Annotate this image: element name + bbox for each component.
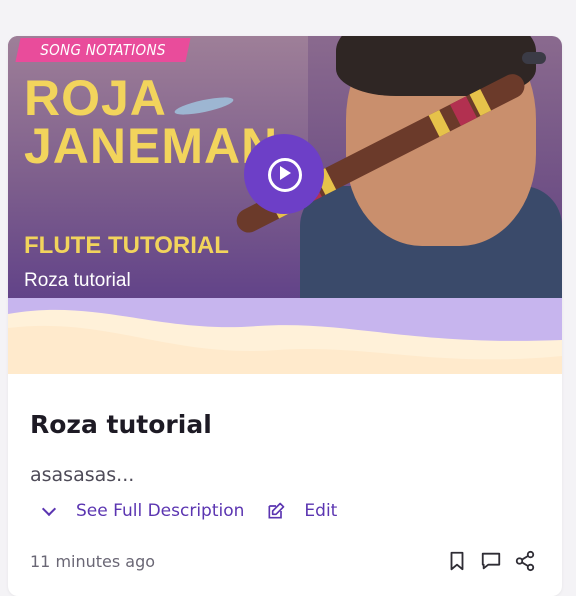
thumbnail-title: Roza tutorial xyxy=(24,270,131,291)
headline-line-1: ROJA xyxy=(24,70,167,126)
headline-line-2: JANEMAN xyxy=(24,118,279,174)
play-button[interactable] xyxy=(244,134,324,214)
menu-pill-icon[interactable] xyxy=(522,52,546,64)
edit-button[interactable]: Edit xyxy=(244,501,337,521)
song-notations-badge: SONG NOTATIONS xyxy=(15,38,191,62)
edit-label: Edit xyxy=(304,501,338,521)
chevron-down-icon xyxy=(41,501,57,517)
card-description: asasasas... xyxy=(30,464,135,486)
see-full-description-button[interactable]: See Full Description xyxy=(30,501,244,521)
video-thumbnail[interactable]: SONG NOTATIONS ROJA JANEMAN FLUTE TUTORI… xyxy=(8,36,562,314)
comment-icon[interactable] xyxy=(480,550,502,572)
timestamp: 11 minutes ago xyxy=(30,552,156,571)
badge-text: SONG NOTATIONS xyxy=(40,41,166,59)
flute-band xyxy=(428,109,451,137)
decorative-wave xyxy=(8,298,562,374)
card-actions: See Full Description Edit xyxy=(30,498,337,524)
share-icon[interactable] xyxy=(514,550,536,572)
card-title: Roza tutorial xyxy=(30,410,212,439)
thumbnail-headline: ROJA JANEMAN xyxy=(24,70,279,174)
edit-icon xyxy=(268,502,285,519)
see-full-description-label: See Full Description xyxy=(76,501,245,521)
play-triangle-icon xyxy=(280,166,291,180)
video-card: SONG NOTATIONS ROJA JANEMAN FLUTE TUTORI… xyxy=(8,36,562,596)
bookmark-icon[interactable] xyxy=(446,550,468,572)
thumbnail-subline: FLUTE TUTORIAL xyxy=(24,232,229,259)
